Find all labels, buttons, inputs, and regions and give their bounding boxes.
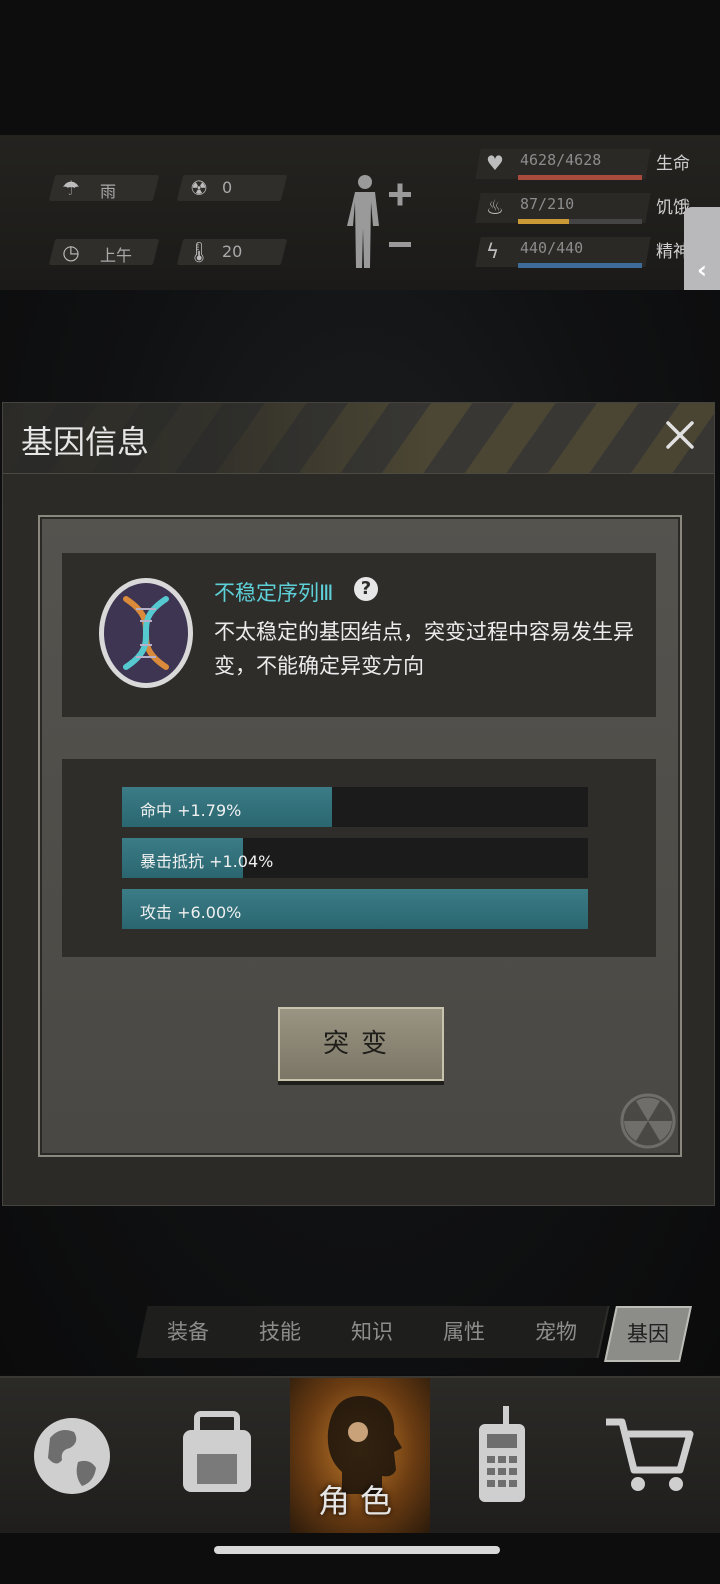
nav-character[interactable]: 角色 <box>290 1378 430 1533</box>
clock-icon: ◷ <box>62 240 80 264</box>
tab-label: 基因 <box>627 1322 669 1346</box>
bottom-navigation: 角色 <box>0 1376 720 1533</box>
walkie-talkie-icon <box>479 1406 525 1502</box>
globe-icon <box>34 1418 110 1494</box>
gene-info-modal: 基因信息 不稳定序列Ⅲ ? 不太稳定的基因结点，突变过程中容易发生异变，不能确定… <box>2 402 715 1206</box>
thermometer-icon: 🌡 <box>186 240 212 264</box>
attribute-row: 攻击 +6.00% <box>122 889 588 929</box>
attribute-row: 暴击抵抗 +1.04% <box>122 838 588 878</box>
nav-world[interactable] <box>0 1378 140 1533</box>
energy-icon: ϟ <box>486 239 500 263</box>
home-indicator[interactable] <box>214 1546 500 1554</box>
spirit-bar-fill <box>518 263 642 268</box>
tab-attributes[interactable]: 属性 <box>412 1306 518 1358</box>
tab-label: 技能 <box>259 1320 301 1344</box>
mutate-button[interactable]: 突变 <box>278 1007 444 1081</box>
tab-knowledge[interactable]: 知识 <box>320 1306 426 1358</box>
attribute-label: 命中 +1.79% <box>140 801 242 820</box>
gene-panel: 不稳定序列Ⅲ ? 不太稳定的基因结点，突变过程中容易发生异变，不能确定异变方向 … <box>38 515 682 1157</box>
vital-hunger: ♨ 87/210 饥饿 <box>475 193 690 225</box>
attribute-label: 攻击 +6.00% <box>140 903 242 922</box>
health-label: 生命 <box>656 154 690 174</box>
tab-skills[interactable]: 技能 <box>228 1306 334 1358</box>
health-value: 4628/4628 <box>520 151 602 169</box>
nav-radio[interactable] <box>433 1378 573 1533</box>
radiation-value: 0 <box>222 178 233 197</box>
dna-icon <box>99 578 193 688</box>
shopping-cart-icon <box>606 1418 694 1491</box>
tab-label: 装备 <box>167 1320 209 1344</box>
health-bar-fill <box>518 175 642 180</box>
tab-label: 宠物 <box>535 1320 577 1344</box>
hunger-value: 87/210 <box>520 195 575 213</box>
food-icon: ♨ <box>486 195 504 219</box>
gene-name: 不稳定序列Ⅲ <box>214 581 334 605</box>
spirit-value: 440/440 <box>520 239 584 257</box>
gene-info-box: 不稳定序列Ⅲ ? 不太稳定的基因结点，突变过程中容易发生异变，不能确定异变方向 <box>62 553 656 717</box>
vital-health: ♥ 4628/4628 生命 <box>475 149 690 181</box>
nav-shop[interactable] <box>578 1378 718 1533</box>
tab-label: 属性 <box>443 1320 485 1344</box>
tab-pets[interactable]: 宠物 <box>504 1306 610 1358</box>
body-status-icon[interactable] <box>345 172 415 272</box>
radiation-icon: ☢ <box>190 176 208 200</box>
help-icon[interactable]: ? <box>354 577 378 601</box>
tab-equipment[interactable]: 装备 <box>136 1306 242 1358</box>
attribute-box: 命中 +1.79% 暴击抵抗 +1.04% 攻击 +6.00% <box>62 759 656 957</box>
time-of-day: 上午 <box>100 246 133 265</box>
modal-title: 基因信息 <box>21 423 150 461</box>
tab-genes[interactable]: 基因 <box>604 1306 692 1362</box>
backpack-icon <box>183 1411 251 1492</box>
gene-description: 不太稳定的基因结点，突变过程中容易发生异变，不能确定异变方向 <box>214 620 634 678</box>
nav-character-label: 角色 <box>317 1482 402 1520</box>
attribute-row: 命中 +1.79% <box>122 787 588 827</box>
character-subtabs: 装备 技能 知识 属性 宠物 基因 <box>130 1306 692 1362</box>
rain-cloud-icon: ☂ <box>62 176 80 200</box>
radiation-watermark-icon <box>620 1093 676 1149</box>
heart-icon: ♥ <box>486 151 504 175</box>
hunger-bar-fill <box>518 219 569 224</box>
weather-text: 雨 <box>100 182 117 201</box>
attribute-label: 暴击抵抗 +1.04% <box>140 852 274 871</box>
close-icon[interactable] <box>660 415 700 455</box>
nav-backpack[interactable] <box>145 1378 285 1533</box>
tab-label: 知识 <box>351 1320 393 1344</box>
temperature-value: 20 <box>222 242 243 261</box>
vital-spirit: ϟ 440/440 精神 <box>475 237 690 269</box>
